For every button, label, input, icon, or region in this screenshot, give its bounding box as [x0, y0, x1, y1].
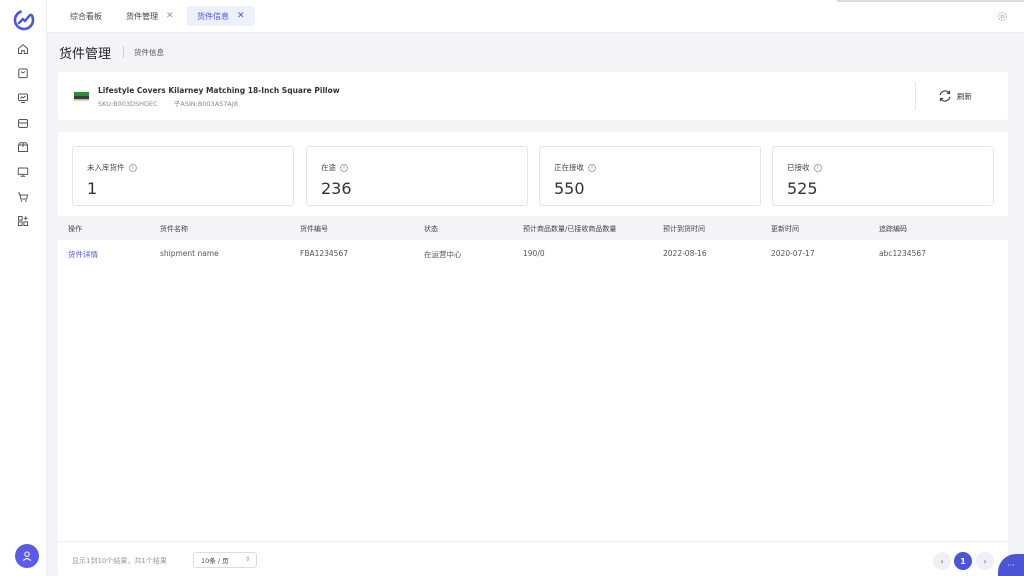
- column-header: 货件编号: [300, 225, 328, 233]
- top-dropdown-shadow: [837, 0, 1024, 2]
- column-header: 预计到货时间: [663, 225, 705, 233]
- prev-page-button[interactable]: ‹: [933, 552, 951, 570]
- refresh-button[interactable]: 刷新: [938, 89, 972, 103]
- table-row: 货件详情 shipment name FBA1234567 在运营中心 190/…: [58, 240, 1008, 266]
- page-size-value: 10条 / 页: [201, 557, 229, 565]
- info-icon[interactable]: i: [813, 163, 822, 172]
- page-size-select[interactable]: 10条 / 页 ⇕: [193, 552, 257, 568]
- product-card: Lifestyle Covers Kilarney Matching 18-In…: [58, 72, 1008, 120]
- stat-card-not-received[interactable]: 未入库货件 i 1: [72, 146, 294, 206]
- stat-label: 正在接收 i: [554, 162, 596, 173]
- table-header: 操作 货件名称 货件编号 状态 预计商品数量/已接收商品数量 预计到货时间 更新…: [58, 216, 1008, 240]
- chart-icon[interactable]: [16, 91, 30, 105]
- column-header: 状态: [424, 225, 438, 233]
- close-icon[interactable]: ✕: [166, 11, 174, 21]
- monitor-icon[interactable]: [16, 165, 30, 179]
- tab-dashboard[interactable]: 综合看板: [70, 6, 102, 26]
- stat-value: 236: [321, 179, 352, 198]
- column-header: 操作: [68, 225, 82, 233]
- app-logo-icon[interactable]: [13, 9, 35, 31]
- stat-value: 1: [87, 179, 98, 198]
- store-icon[interactable]: [16, 116, 30, 130]
- table-cell: 2020-07-17: [771, 249, 815, 258]
- shipment-details-link[interactable]: 货件详情: [68, 249, 98, 260]
- table-cell: abc1234567: [879, 249, 926, 258]
- avatar[interactable]: [15, 544, 39, 568]
- shipment-panel: 未入库货件 i 1 在途 i 236 正在接收 i 550 已接收 i 525 …: [58, 132, 1008, 576]
- next-page-button[interactable]: ›: [976, 552, 994, 570]
- product-thumbnail: [73, 90, 90, 102]
- info-icon[interactable]: i: [340, 163, 348, 172]
- stat-card-in-transit[interactable]: 在途 i 236: [306, 146, 528, 206]
- column-header: 预计商品数量/已接收商品数量: [523, 225, 617, 233]
- stat-label: 在途 i: [321, 162, 348, 173]
- column-header: 货件名称: [160, 225, 188, 233]
- breadcrumb-current: 货件信息: [134, 48, 164, 57]
- sidebar: [0, 0, 47, 576]
- table-cell: 在运营中心: [424, 250, 462, 259]
- chevron-updown-icon: ⇕: [244, 556, 250, 563]
- page-button-current[interactable]: 1: [954, 552, 972, 570]
- breadcrumb-divider: [123, 46, 124, 58]
- user-icon: [22, 551, 32, 561]
- tab-shipment-info[interactable]: 货件信息 ✕: [187, 6, 255, 26]
- stat-value: 550: [554, 179, 585, 198]
- cart-icon[interactable]: [16, 190, 30, 204]
- shopping-bag-icon[interactable]: [16, 66, 30, 80]
- stat-value: 525: [787, 179, 818, 198]
- info-icon[interactable]: i: [128, 163, 137, 172]
- table-cell: 2022-08-16: [663, 249, 707, 258]
- page-title: 货件管理: [59, 47, 112, 62]
- table-cell: 190/0: [523, 249, 545, 258]
- product-asin: 子ASIN:B003AS7AJ8: [173, 100, 238, 108]
- stat-card-receiving[interactable]: 正在接收 i 550: [539, 146, 761, 206]
- column-header: 追踪编码: [879, 225, 907, 233]
- stat-label: 已接收 i: [787, 162, 822, 173]
- tab-shipment-management[interactable]: 货件管理 ✕: [126, 6, 174, 26]
- tab-label: 综合看板: [70, 11, 102, 21]
- settings-icon[interactable]: [997, 11, 1008, 22]
- apps-grid-icon[interactable]: [16, 214, 30, 228]
- table-cell: FBA1234567: [300, 249, 348, 258]
- refresh-divider: [915, 82, 916, 110]
- refresh-icon: [939, 90, 951, 102]
- footer-divider: [58, 541, 1008, 542]
- tab-label: 货件信息: [197, 11, 229, 21]
- table-cell: shipment name: [160, 249, 219, 258]
- info-icon[interactable]: i: [588, 163, 596, 172]
- close-icon[interactable]: ✕: [237, 11, 245, 21]
- tab-label: 货件管理: [126, 11, 158, 21]
- tab-bar: 综合看板 货件管理 ✕ 货件信息 ✕: [47, 0, 1024, 33]
- refresh-label: 刷新: [957, 91, 972, 101]
- home-icon[interactable]: [16, 42, 30, 56]
- stat-label: 未入库货件 i: [87, 162, 137, 173]
- column-header: 更新时间: [771, 225, 799, 233]
- product-name: Lifestyle Covers Kilarney Matching 18-In…: [98, 86, 340, 95]
- product-sku: SKU:B003DSHDEC: [98, 100, 158, 108]
- stat-card-received[interactable]: 已接收 i 525: [772, 146, 994, 206]
- pagination-summary: 显示1到10个结果，共1个结果: [72, 557, 167, 565]
- product-meta: SKU:B003DSHDEC 子ASIN:B003AS7AJ8: [98, 98, 252, 108]
- box-icon[interactable]: [16, 140, 30, 154]
